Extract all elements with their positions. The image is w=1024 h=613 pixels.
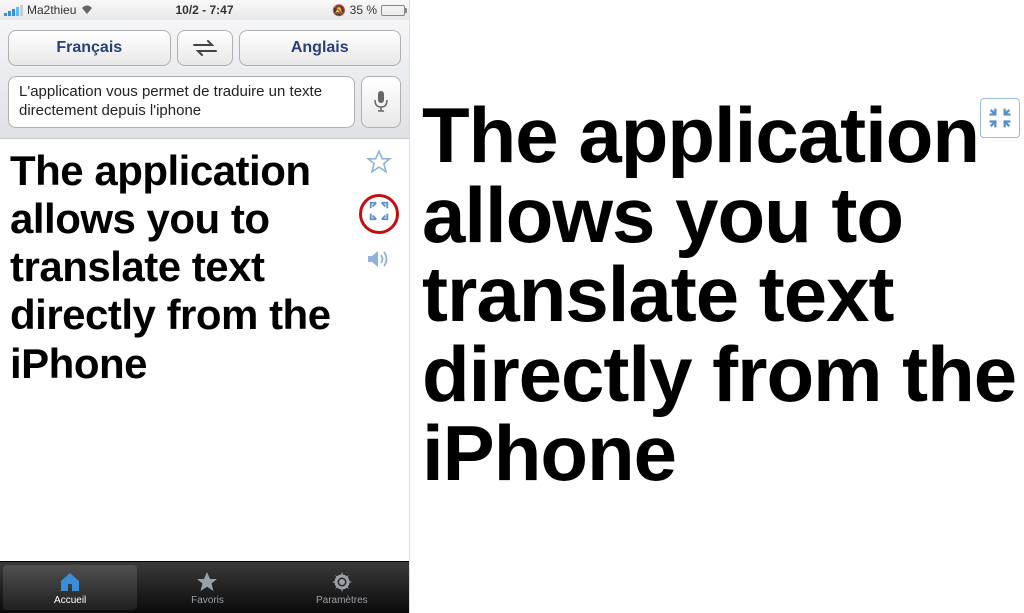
tab-settings-label: Paramètres bbox=[316, 595, 368, 606]
language-row: Français Anglais bbox=[8, 30, 401, 66]
mute-icon: 🔕 bbox=[332, 4, 346, 17]
speaker-icon bbox=[366, 248, 392, 270]
swap-icon bbox=[192, 40, 218, 56]
signal-icon bbox=[4, 5, 23, 16]
status-right: 🔕 35 % bbox=[332, 3, 405, 17]
expand-icon bbox=[368, 200, 390, 222]
star-icon bbox=[366, 149, 392, 175]
microphone-icon bbox=[373, 90, 389, 114]
input-row: L'application vous permet de traduire un… bbox=[8, 76, 401, 128]
source-language-button[interactable]: Français bbox=[8, 30, 171, 66]
swap-languages-button[interactable] bbox=[177, 30, 233, 66]
home-icon bbox=[57, 570, 83, 594]
speak-button[interactable] bbox=[366, 248, 392, 275]
tab-favorites-label: Favoris bbox=[191, 595, 224, 606]
status-time: 10/2 - 7:47 bbox=[175, 3, 233, 17]
source-text-input[interactable]: L'application vous permet de traduire un… bbox=[8, 76, 355, 128]
fullscreen-screen: The application allows you to translate … bbox=[410, 0, 1024, 613]
tab-settings[interactable]: Paramètres bbox=[275, 562, 409, 613]
tab-favorites[interactable]: Favoris bbox=[140, 562, 274, 613]
microphone-button[interactable] bbox=[361, 76, 401, 128]
gear-icon bbox=[329, 570, 355, 594]
expand-highlight-circle bbox=[359, 194, 399, 234]
battery-icon bbox=[381, 5, 405, 16]
result-panel: The application allows you to translate … bbox=[0, 139, 409, 562]
tab-home-label: Accueil bbox=[54, 595, 86, 606]
input-panel: Français Anglais L'application vous perm… bbox=[0, 20, 409, 139]
star-tab-icon bbox=[194, 570, 220, 594]
translate-screen: Ma2thieu 10/2 - 7:47 🔕 35 % Français Ang… bbox=[0, 0, 410, 613]
carrier-label: Ma2thieu bbox=[27, 3, 76, 17]
status-bar: Ma2thieu 10/2 - 7:47 🔕 35 % bbox=[0, 0, 409, 20]
wifi-icon bbox=[80, 3, 94, 17]
fullscreen-button[interactable] bbox=[368, 200, 390, 227]
status-left: Ma2thieu bbox=[4, 3, 94, 17]
favorite-button[interactable] bbox=[366, 149, 392, 180]
translated-text: The application allows you to translate … bbox=[0, 139, 350, 562]
battery-percent: 35 % bbox=[350, 3, 377, 17]
tab-home[interactable]: Accueil bbox=[3, 565, 137, 610]
target-language-button[interactable]: Anglais bbox=[239, 30, 402, 66]
result-actions bbox=[359, 149, 399, 275]
tab-bar: Accueil Favoris Paramètres bbox=[0, 561, 409, 613]
fullscreen-translated-text: The application allows you to translate … bbox=[422, 96, 1024, 494]
